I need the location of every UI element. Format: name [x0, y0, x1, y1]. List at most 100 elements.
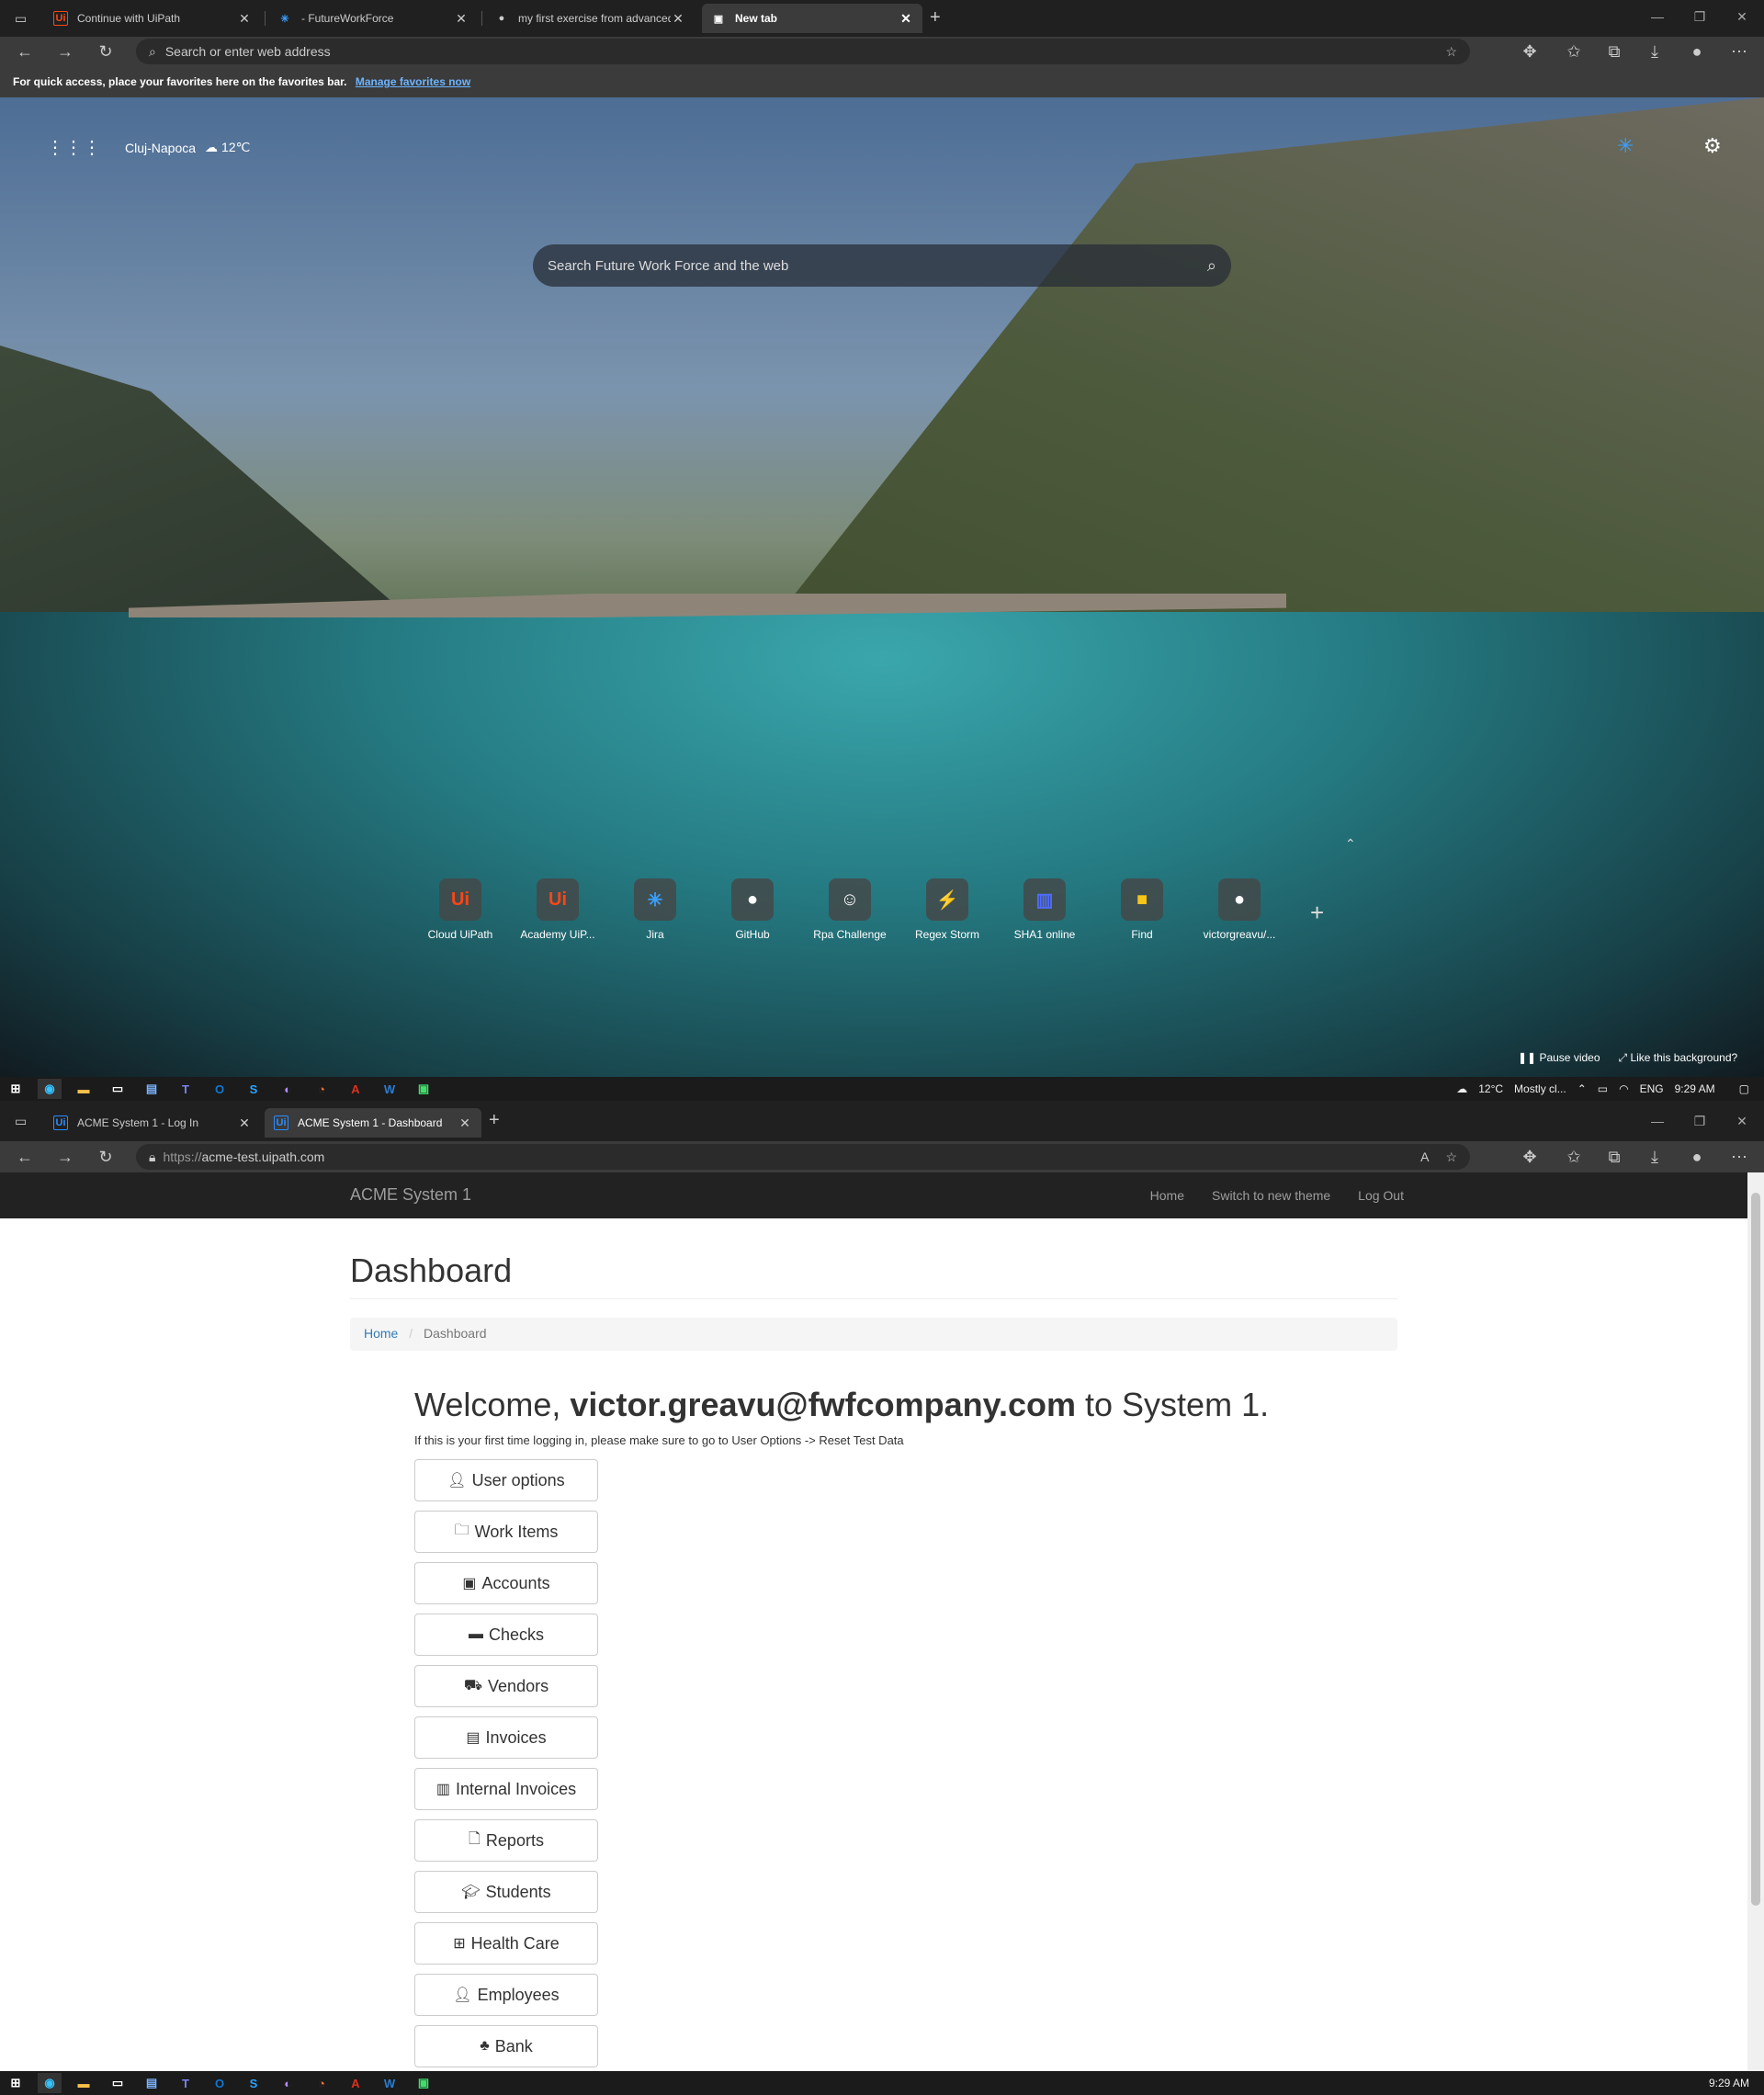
- downloads-icon[interactable]: ⤓: [1641, 1146, 1668, 1168]
- wifi-icon[interactable]: ◠: [1619, 1082, 1628, 1095]
- quick-link-regex-storm[interactable]: ⚡ Regex Storm: [899, 878, 996, 941]
- back-button[interactable]: ←: [11, 40, 39, 62]
- tab-github-exercise[interactable]: ● my first exercise from advanced ✕: [485, 4, 695, 33]
- scrollbar-thumb[interactable]: [1751, 1193, 1760, 1906]
- address-bar[interactable]: ⌕ Search or enter web address ☆: [136, 39, 1470, 64]
- close-icon[interactable]: ✕: [237, 1115, 252, 1131]
- back-button[interactable]: ←: [11, 1146, 39, 1168]
- chevron-up-icon[interactable]: ⌃: [1577, 1082, 1587, 1095]
- word-icon[interactable]: W: [378, 2073, 401, 2093]
- app-icon[interactable]: ▣: [412, 1079, 435, 1099]
- edge-icon[interactable]: ◉: [38, 2073, 62, 2093]
- refresh-button[interactable]: ↻: [92, 40, 119, 62]
- search-icon[interactable]: ⌕: [1207, 256, 1216, 276]
- tab-continue-with-uipath[interactable]: Ui Continue with UiPath ✕: [44, 4, 261, 33]
- close-icon[interactable]: ✕: [671, 11, 685, 27]
- close-window-button[interactable]: ✕: [1724, 6, 1760, 28]
- forward-button[interactable]: →: [51, 40, 79, 62]
- edge-icon[interactable]: ◉: [38, 1079, 62, 1099]
- nav-switch-theme-link[interactable]: Switch to new theme: [1212, 1188, 1330, 1203]
- collections-icon[interactable]: ⧉: [1600, 40, 1628, 62]
- tab-new-tab[interactable]: ▣ New tab ✕: [702, 4, 922, 33]
- outlook-icon[interactable]: O: [208, 2073, 232, 2093]
- tray-weather-desc[interactable]: Mostly cl...: [1514, 1082, 1566, 1095]
- language-indicator[interactable]: ENG: [1640, 1082, 1664, 1095]
- quick-link-jira[interactable]: ✳ Jira: [606, 878, 704, 941]
- minimize-button[interactable]: —: [1639, 1110, 1676, 1132]
- windows-start-icon[interactable]: ⊞: [4, 2073, 28, 2093]
- firefox-icon[interactable]: ◔: [310, 1079, 334, 1099]
- close-window-button[interactable]: ✕: [1724, 1110, 1760, 1132]
- restore-button[interactable]: ❐: [1681, 1110, 1718, 1132]
- quick-link-cloud-uipath[interactable]: Ui Cloud UiPath: [412, 878, 509, 941]
- tray-weather-temp[interactable]: 12°C: [1478, 1082, 1503, 1095]
- add-favorite-icon[interactable]: ☆: [1445, 1149, 1457, 1165]
- windows-start-icon[interactable]: ⊞: [4, 1079, 28, 1099]
- teams-icon[interactable]: T: [174, 2073, 198, 2093]
- employees-button[interactable]: 👤︎ Employees: [414, 1974, 598, 2016]
- gear-icon[interactable]: ⚙: [1703, 134, 1722, 158]
- tab-futureworkforce[interactable]: ✳ - FutureWorkForce ✕: [268, 4, 478, 33]
- nav-logout-link[interactable]: Log Out: [1358, 1188, 1404, 1203]
- refresh-button[interactable]: ↻: [92, 1146, 119, 1168]
- onenote-icon[interactable]: ◐: [276, 1079, 300, 1099]
- tab-acme-login[interactable]: Ui ACME System 1 - Log In ✕: [44, 1108, 261, 1138]
- web-search-box[interactable]: Search Future Work Force and the web ⌕: [533, 244, 1231, 287]
- students-button[interactable]: 🎓︎ Students: [414, 1871, 598, 1913]
- add-quick-link-button[interactable]: +: [1310, 899, 1324, 927]
- quick-link-github[interactable]: ● GitHub: [704, 878, 801, 941]
- notepad-icon[interactable]: ▤: [140, 1079, 164, 1099]
- checks-button[interactable]: ▬ Checks: [414, 1614, 598, 1656]
- acrobat-icon[interactable]: A: [344, 2073, 368, 2093]
- health-care-button[interactable]: ⊞ Health Care: [414, 1922, 598, 1965]
- like-background-button[interactable]: ⤢ Like this background?: [1619, 1051, 1738, 1065]
- address-bar[interactable]: 🔒︎ https:// acme-test.uipath.com A ☆: [136, 1144, 1470, 1170]
- restore-button[interactable]: ❐: [1681, 6, 1718, 28]
- apps-grid-icon[interactable]: ⋮⋮⋮: [46, 136, 101, 159]
- new-tab-button[interactable]: +: [489, 1110, 500, 1131]
- forward-button[interactable]: →: [51, 1146, 79, 1168]
- battery-icon[interactable]: ▭: [1598, 1082, 1608, 1095]
- new-tab-button[interactable]: +: [930, 7, 941, 28]
- extensions-icon[interactable]: ✥: [1516, 1146, 1544, 1168]
- close-icon[interactable]: ✕: [899, 11, 913, 27]
- file-explorer-icon[interactable]: ▬: [72, 1079, 96, 1099]
- tab-actions-icon[interactable]: ▭: [15, 1114, 27, 1129]
- firefox-icon[interactable]: ◔: [310, 2073, 334, 2093]
- close-icon[interactable]: ✕: [237, 11, 252, 27]
- acme-brand[interactable]: ACME System 1: [350, 1185, 471, 1205]
- fwf-icon[interactable]: ✳: [1617, 134, 1634, 158]
- clock[interactable]: 9:29 AM: [1675, 1082, 1715, 1095]
- add-favorite-icon[interactable]: ☆: [1445, 44, 1457, 60]
- pause-video-button[interactable]: ❚❚ Pause video: [1518, 1051, 1600, 1065]
- studio-icon[interactable]: S: [242, 2073, 266, 2093]
- quick-link-rpa-challenge[interactable]: ☺ Rpa Challenge: [801, 878, 899, 941]
- bank-button[interactable]: ♣ Bank: [414, 2025, 598, 2067]
- tab-acme-dashboard[interactable]: Ui ACME System 1 - Dashboard ✕: [265, 1108, 481, 1138]
- profile-avatar[interactable]: ●: [1683, 1146, 1711, 1168]
- work-items-button[interactable]: 🗀︎ Work Items: [414, 1511, 598, 1553]
- terminal-icon[interactable]: ▭: [106, 2073, 130, 2093]
- word-icon[interactable]: W: [378, 1079, 401, 1099]
- breadcrumb-home-link[interactable]: Home: [364, 1326, 398, 1341]
- favorites-icon[interactable]: ✩: [1560, 40, 1588, 62]
- quick-link-find[interactable]: ■ Find: [1093, 878, 1191, 941]
- weather-widget[interactable]: ⋮⋮⋮ Cluj-Napoca ☁ 12℃: [46, 136, 250, 159]
- accounts-button[interactable]: ▣ Accounts: [414, 1562, 598, 1604]
- terminal-icon[interactable]: ▭: [106, 1079, 130, 1099]
- user-options-button[interactable]: 👤︎ User options: [414, 1459, 598, 1501]
- acrobat-icon[interactable]: A: [344, 1079, 368, 1099]
- manage-favorites-link[interactable]: Manage favorites now: [356, 75, 470, 88]
- quick-link-victorgreavu[interactable]: ● victorgreavu/...: [1191, 878, 1288, 941]
- nav-home-link[interactable]: Home: [1150, 1188, 1184, 1203]
- app-icon[interactable]: ▣: [412, 2073, 435, 2093]
- studio-icon[interactable]: S: [242, 1079, 266, 1099]
- quick-link-academy-uipath[interactable]: Ui Academy UiP...: [509, 878, 606, 941]
- invoices-button[interactable]: ▤ Invoices: [414, 1716, 598, 1759]
- clock[interactable]: 9:29 AM: [1709, 2077, 1749, 2089]
- onenote-icon[interactable]: ◐: [276, 2073, 300, 2093]
- collections-icon[interactable]: ⧉: [1600, 1146, 1628, 1168]
- chevron-up-icon[interactable]: ⌃: [1345, 836, 1356, 852]
- close-icon[interactable]: ✕: [458, 1115, 472, 1131]
- read-aloud-icon[interactable]: A: [1420, 1149, 1429, 1164]
